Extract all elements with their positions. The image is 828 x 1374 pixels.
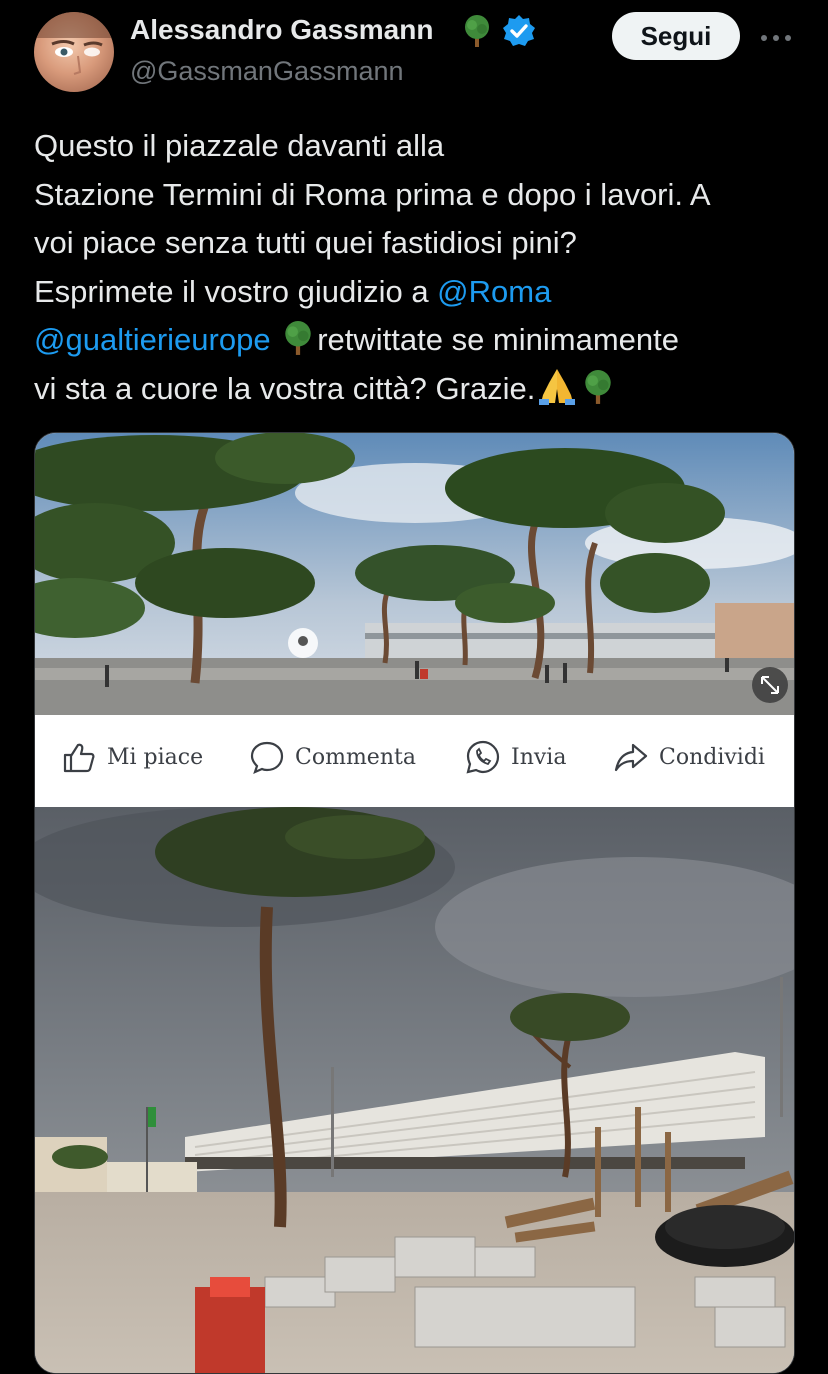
whatsapp-icon [466, 740, 500, 774]
tree-emoji-icon [579, 369, 617, 405]
tweet-line: vi sta a cuore la vostra città? Grazie. [34, 365, 804, 414]
tweet-line: @gualtierieurope retwittate se minimamen… [34, 316, 804, 365]
like-action[interactable]: Mi piace [61, 737, 203, 777]
location-pin-icon[interactable] [288, 628, 318, 658]
tweet-text: Questo il piazzale davanti alla Stazione… [34, 122, 804, 413]
tweet-media[interactable]: Mi piace Commenta Invia Condividi [34, 432, 795, 1374]
like-icon [63, 743, 95, 773]
tweet-header: Alessandro Gassmann @GassmanGassmann Seg… [0, 0, 828, 110]
tweet-line: Esprimete il vostro giudizio a @Roma [34, 268, 804, 317]
tweet-line: Stazione Termini di Roma prima e dopo i … [34, 176, 711, 212]
before-photo[interactable] [35, 433, 794, 715]
comment-icon [250, 741, 284, 774]
tree-emoji-icon [279, 320, 317, 356]
share-action[interactable]: Condividi [613, 737, 765, 777]
mention-link-roma[interactable]: @Roma [437, 274, 551, 309]
comment-action[interactable]: Commenta [249, 737, 416, 777]
avatar[interactable] [34, 12, 114, 92]
tweet-line: voi piace senza tutti quei fastidiosi pi… [34, 225, 577, 260]
after-photo[interactable] [35, 807, 794, 1373]
divider [35, 795, 794, 807]
tweet-line-text: Esprimete il vostro giudizio a [34, 273, 438, 309]
tweet-line-text: retwittate se minimamente [317, 322, 679, 357]
author-display-name[interactable]: Alessandro Gassmann [130, 14, 433, 46]
praying-hands-icon [539, 368, 576, 405]
author-handle[interactable]: @GassmanGassmann [130, 56, 404, 87]
tweet-line: Questo il piazzale davanti alla [34, 128, 445, 163]
like-label: Mi piace [107, 744, 204, 770]
send-label: Invia [511, 744, 567, 770]
embedded-post-action-bar: Mi piace Commenta Invia Condividi [35, 715, 794, 801]
more-options-icon[interactable] [756, 24, 796, 52]
verified-badge-icon[interactable] [502, 14, 536, 48]
mention-link-gualtieri[interactable]: @gualtierieurope [34, 322, 271, 357]
follow-button[interactable]: Segui [612, 12, 740, 60]
send-action[interactable]: Invia [465, 737, 566, 777]
tweet-line-text: vi sta a cuore la vostra città? Grazie. [34, 370, 536, 406]
share-icon [614, 743, 648, 772]
share-label: Condividi [659, 744, 765, 770]
expand-icon[interactable] [752, 667, 788, 703]
comment-label: Commenta [295, 744, 416, 770]
tree-emoji-icon [462, 14, 492, 48]
